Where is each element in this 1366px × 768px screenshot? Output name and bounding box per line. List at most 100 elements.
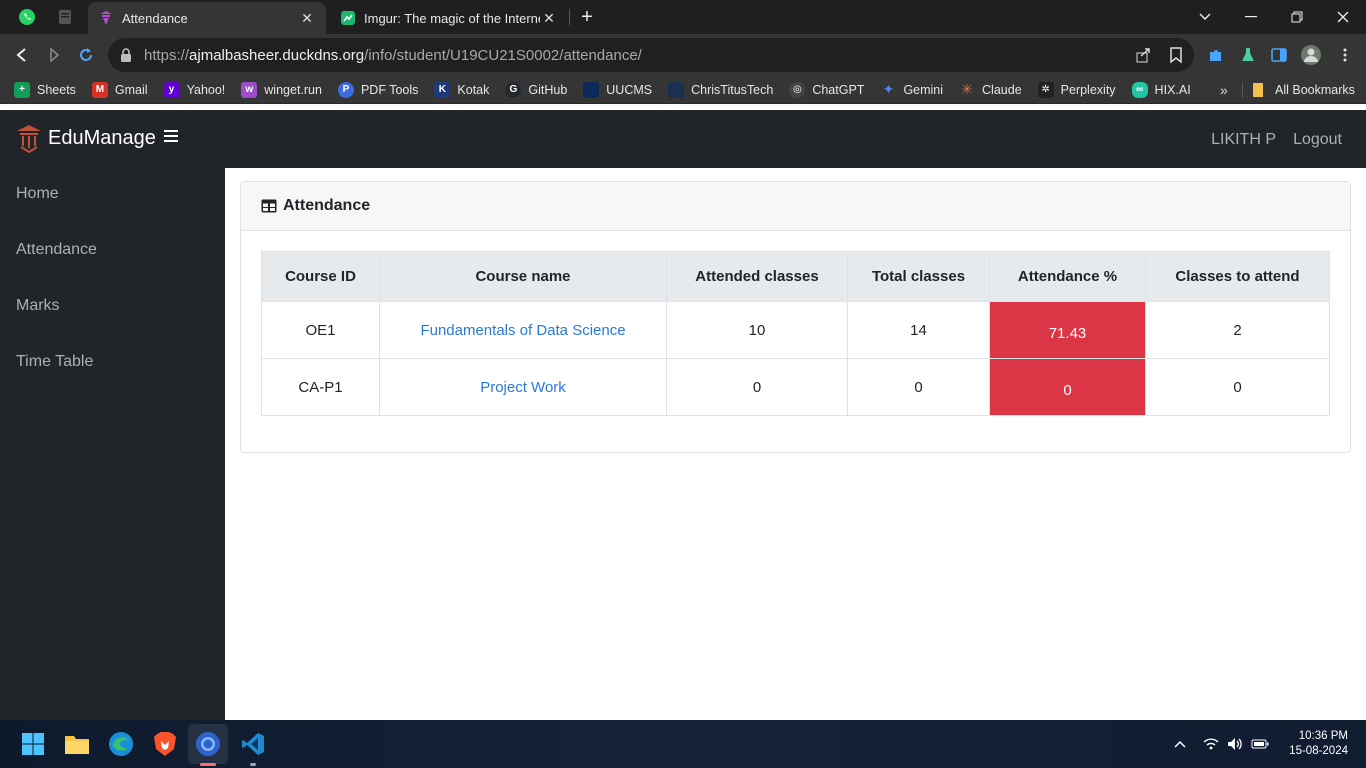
card-title: Attendance [283,197,371,214]
bookmark-yahoo[interactable]: y Yahoo! [163,81,225,98]
sidebar-item-attendance[interactable]: Attendance [16,241,97,259]
show-hidden-icons-button[interactable] [1170,734,1190,754]
clock-date: 15-08-2024 [1289,745,1348,757]
bookmark-perplexity[interactable]: ✲ Perplexity [1037,81,1116,98]
bookmark-label: ChatGPT [812,82,865,97]
edge-icon [109,732,133,756]
claude-icon: ✳ [961,81,973,97]
edumanage-favicon-icon [98,10,114,26]
reload-button[interactable] [73,42,99,68]
bookmark-claude[interactable]: ✳ Claude [959,81,1022,98]
tab-attendance[interactable]: Attendance ✕ [88,2,326,34]
restore-button[interactable] [1274,0,1320,34]
bookmark-chatgpt[interactable]: ◎ ChatGPT [789,81,865,98]
new-tab-button[interactable]: + [576,6,598,28]
hamburger-icon [164,130,178,132]
taskbar-clock[interactable]: 10:36 PM 15-08-2024 [1289,729,1348,759]
reload-icon [80,48,92,61]
avatar-icon [1301,45,1321,65]
sidebar-item-home[interactable]: Home [16,185,59,203]
share-button[interactable] [1130,42,1156,68]
course-link[interactable]: Project Work [480,379,566,396]
browser-menu-button[interactable] [1332,42,1358,68]
hamburger-icon-line [164,140,178,142]
chevron-up-icon [1174,740,1186,748]
gmail-icon: M [91,81,108,98]
close-window-button[interactable] [1320,0,1366,34]
bookmark-hixai[interactable]: ∞ HIX.AI [1131,81,1191,98]
sidebar-item-time-table[interactable]: Time Table [16,353,93,371]
bookmark-pdf-tools[interactable]: P PDF Tools [337,81,418,98]
kotak-icon: K [434,81,451,98]
bookmark-winget[interactable]: w winget.run [241,81,322,98]
bookmark-label: Gemini [903,82,944,97]
card-header: Attendance [241,182,1350,231]
bookmark-gmail[interactable]: M Gmail [91,81,148,98]
course-id-cell: CA-P1 [261,358,380,416]
hixai-icon: ∞ [1131,81,1148,98]
taskbar-brave[interactable] [151,730,179,758]
table-row: CA-P1 Project Work 0 0 0 0 [261,358,1330,416]
speaker-icon [1228,738,1242,750]
gemini-icon: ✦ [882,81,895,97]
taskbar-edge[interactable] [107,730,135,758]
close-tab-icon[interactable]: ✕ [540,10,558,27]
back-button[interactable] [9,42,35,68]
address-bar[interactable]: https://ajmalbasheer.duckdns.org/info/st… [108,38,1194,72]
user-name-link[interactable]: LIKITH P [1211,131,1276,149]
tab-search-button[interactable] [1182,0,1228,34]
tab-imgur[interactable]: Imgur: The magic of the Internet ✕ [330,2,568,34]
attendance-percent-cell: 0 [989,358,1146,416]
wifi-button[interactable] [1201,734,1221,754]
profile-avatar[interactable] [1298,42,1324,68]
bookmark-kotak[interactable]: K Kotak [434,81,489,98]
side-panel-button[interactable] [1266,42,1292,68]
bookmark-gemini[interactable]: ✦ Gemini [880,81,944,98]
course-name-cell: Fundamentals of Data Science [379,301,667,359]
forward-button[interactable] [41,42,67,68]
bookmark-github[interactable]: G GitHub [505,81,567,98]
bookmark-sheets[interactable]: + Sheets [14,81,76,98]
sidebar-toggle-button[interactable] [164,130,178,144]
kebab-menu-icon [1343,48,1347,62]
taskbar-file-explorer[interactable] [63,730,91,758]
attended-classes-cell: 0 [666,358,848,416]
start-button[interactable] [19,730,47,758]
logout-link[interactable]: Logout [1293,131,1342,149]
vscode-icon [242,733,264,755]
windows-logo-icon [22,733,44,755]
imgur-favicon-icon [340,10,356,26]
taskbar-vscode[interactable] [239,730,267,758]
chrome-running-indicator [200,763,216,766]
winget-icon: w [241,81,258,98]
bookmark-label: HIX.AI [1154,82,1191,97]
pinned-tab-2[interactable] [46,0,84,34]
wifi-icon [1203,738,1219,750]
brand[interactable]: EduManage [16,123,156,153]
tab-title: Imgur: The magic of the Internet [364,10,540,26]
pinned-tab-whatsapp[interactable] [8,0,46,34]
labs-button[interactable] [1235,42,1261,68]
volume-button[interactable] [1225,734,1245,754]
more-bookmarks-button[interactable]: » [1220,76,1228,104]
close-tab-icon[interactable]: ✕ [298,10,316,27]
course-link[interactable]: Fundamentals of Data Science [420,322,625,339]
bookmarks-bar: + Sheets M Gmail y Yahoo! w winget.run P PDF … [0,76,1366,104]
main-content: Attendance Course ID Course name Attende… [225,168,1366,720]
bookmark-uucms[interactable]: UUCMS [583,81,653,98]
classes-to-attend-cell: 0 [1145,358,1330,416]
back-arrow-icon [16,48,26,62]
folder-icon [1252,82,1266,98]
battery-button[interactable] [1250,734,1270,754]
bookmark-christitustech[interactable]: ChrisTitusTech [668,81,773,98]
sidebar-item-marks[interactable]: Marks [16,297,60,315]
bookmark-label: Claude [982,82,1022,97]
bookmark-icon [1170,47,1182,63]
bookmark-star-button[interactable] [1163,42,1189,68]
bookmark-label: UUCMS [606,82,653,97]
document-icon [59,10,71,24]
all-bookmarks-button[interactable]: All Bookmarks [1252,76,1355,104]
minimize-button[interactable] [1228,0,1274,34]
extensions-button[interactable] [1203,42,1229,68]
taskbar-chrome[interactable] [194,730,222,758]
